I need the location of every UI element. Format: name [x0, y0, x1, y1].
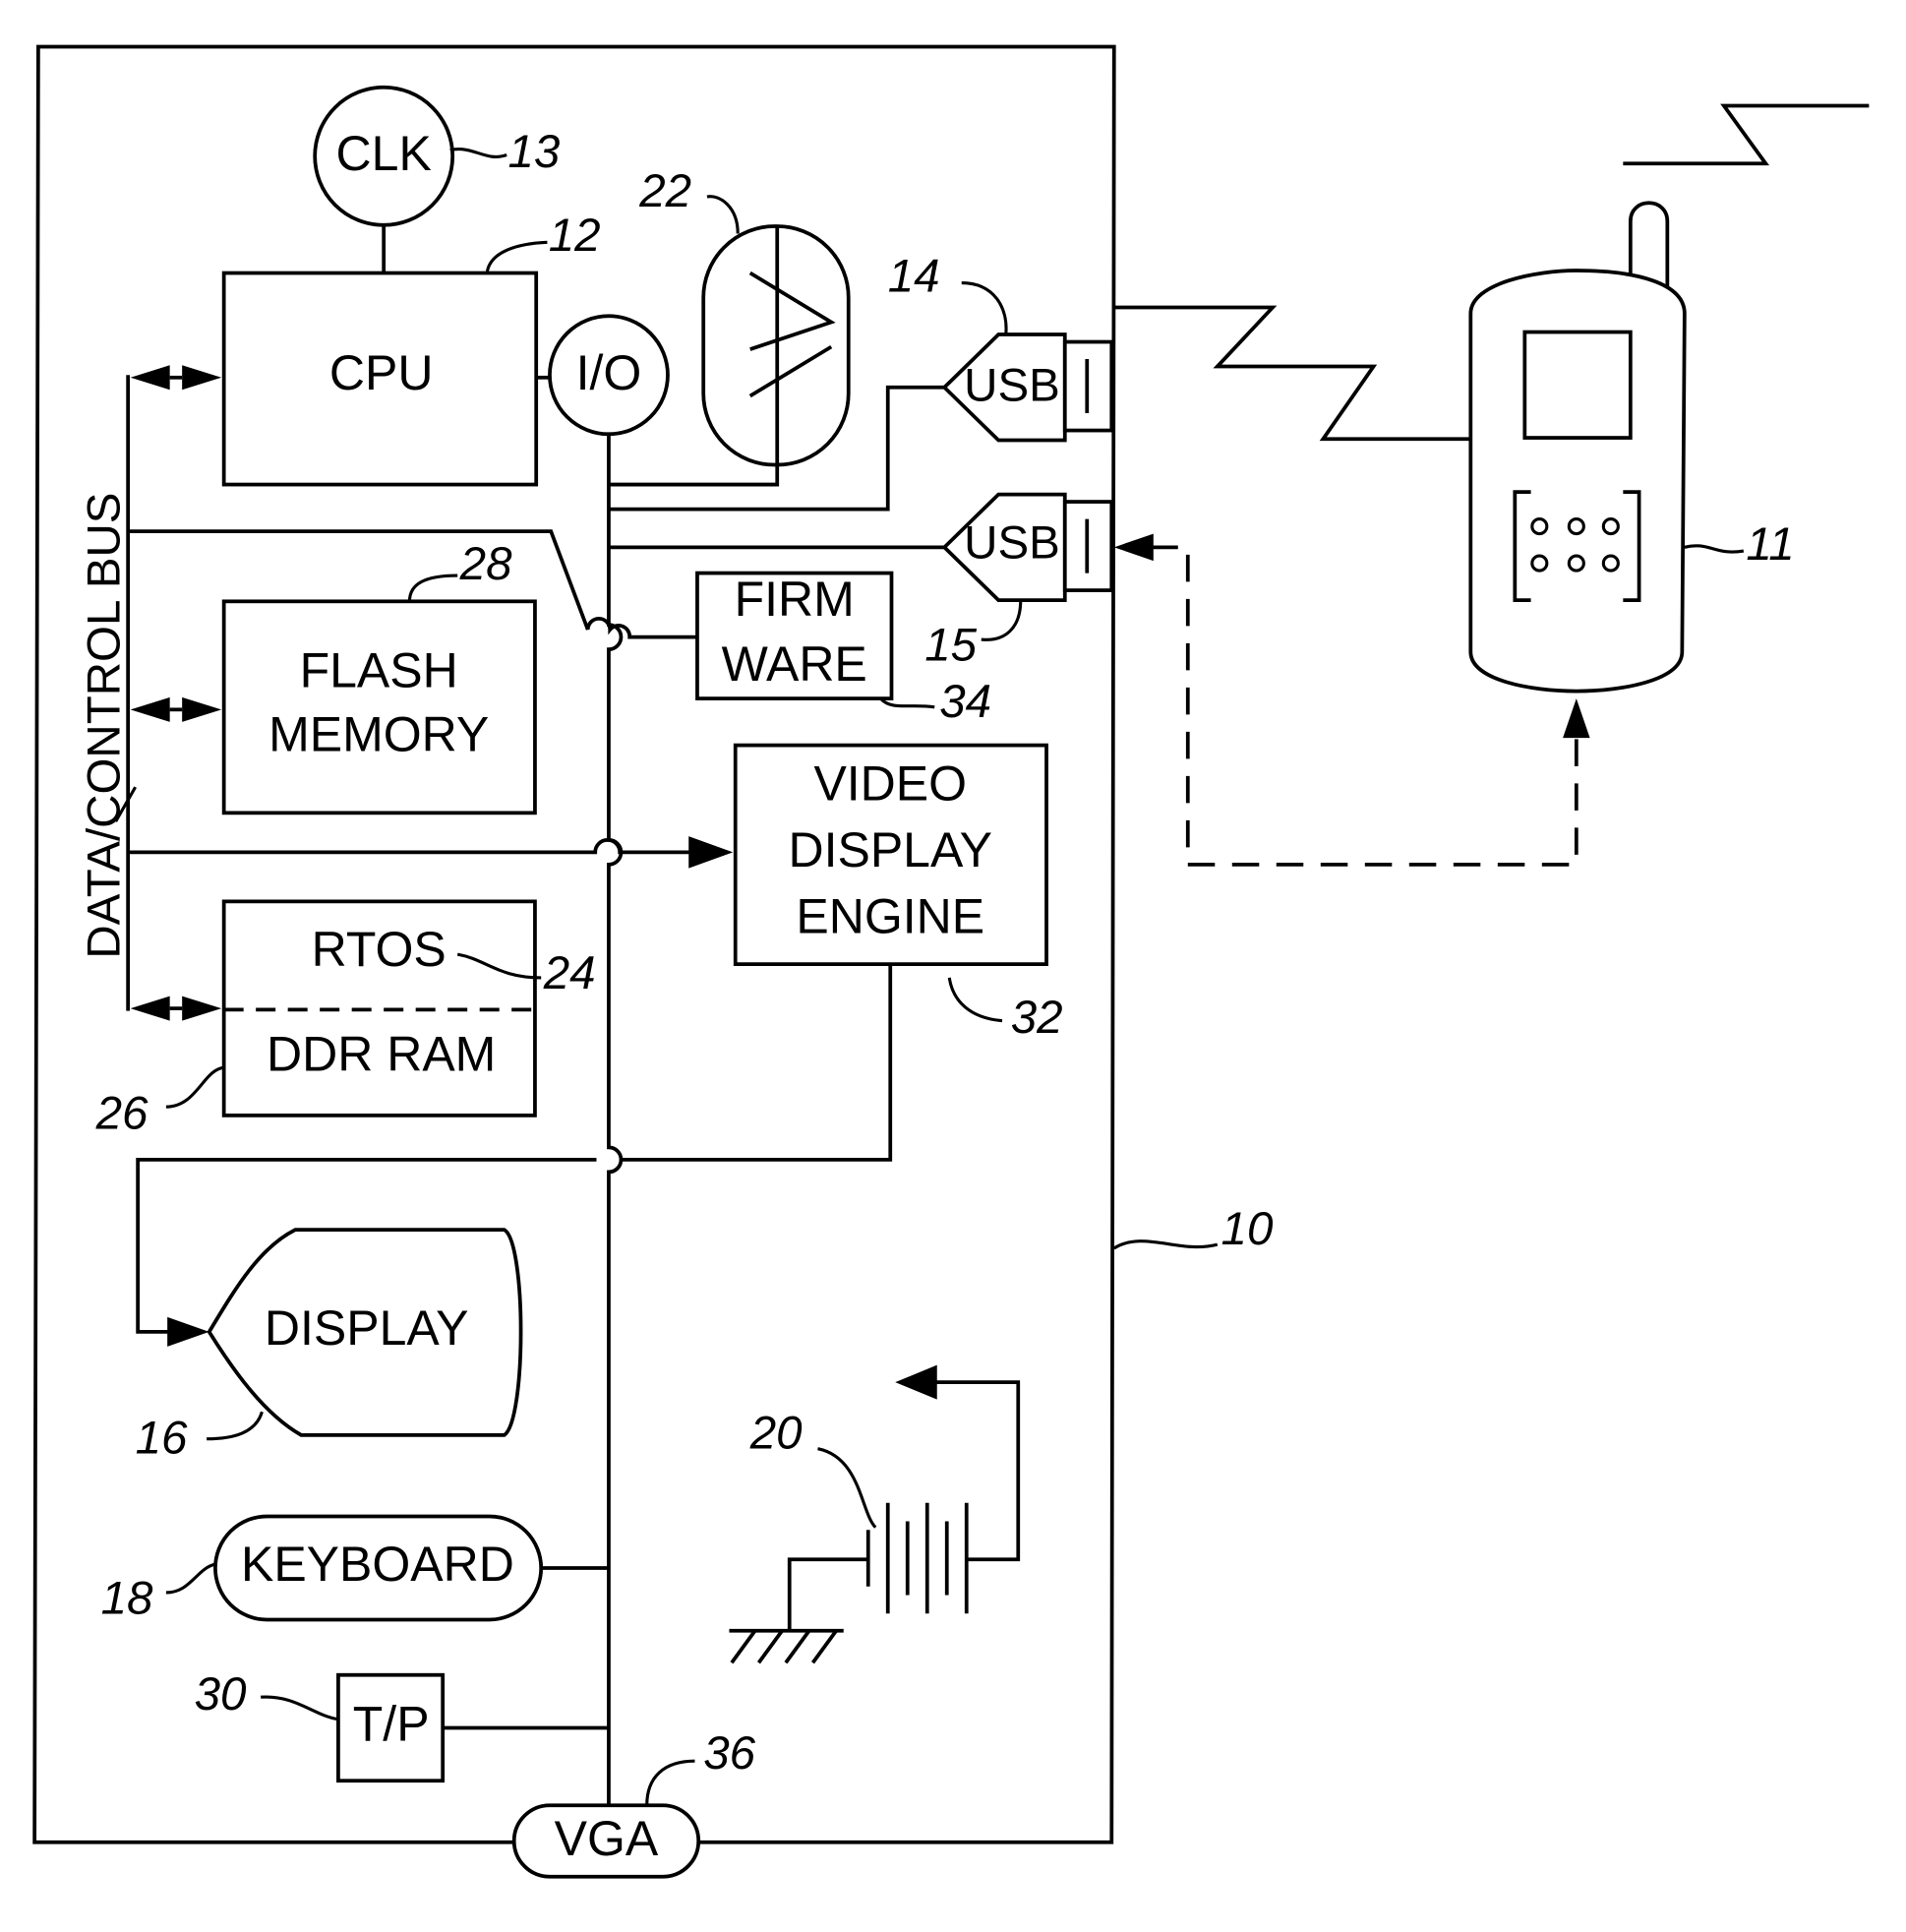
ref-13: 13 — [507, 126, 560, 178]
usb-top-label: USB — [964, 360, 1060, 412]
display-label: DISPLAY — [265, 1300, 469, 1356]
battery: 20 — [729, 1364, 1021, 1664]
cpu-block: CPU 12 — [221, 210, 601, 487]
vga-label: VGA — [555, 1811, 659, 1866]
mobile-phone: 11 — [1468, 201, 1795, 694]
clk-label: CLK — [336, 126, 432, 181]
ref-12: 12 — [549, 210, 601, 262]
keyboard-label: KEYBOARD — [241, 1537, 514, 1592]
bus-arrow-ram — [130, 996, 222, 1021]
bus-label: DATA/CONTROL BUS — [78, 493, 130, 959]
ref-18: 18 — [101, 1572, 153, 1624]
block-diagram: 10 DATA/CONTROL BUS CLK 13 CPU 12 I/O 22… — [32, 44, 1870, 1879]
rtos-ddr-ram-block: RTOS DDR RAM 24 26 — [95, 899, 596, 1140]
ref-11: 11 — [1746, 518, 1794, 571]
vga-port: VGA 36 — [511, 1727, 756, 1879]
io-bus-line — [607, 434, 624, 1808]
ref-28: 28 — [459, 538, 512, 590]
video-label-2: DISPLAY — [788, 822, 992, 877]
flash-memory-block: FLASH MEMORY 28 — [221, 538, 537, 815]
ref-26: 26 — [95, 1088, 149, 1140]
firmware-label-1: FIRM — [735, 572, 855, 627]
usb-bottom-label: USB — [964, 517, 1060, 570]
ref-15: 15 — [924, 619, 977, 671]
flash-label-1: FLASH — [300, 642, 458, 697]
display-block: DISPLAY 16 — [136, 1228, 523, 1465]
ref-32: 32 — [1011, 992, 1063, 1044]
ref-24: 24 — [543, 947, 596, 999]
io-block: I/O — [548, 314, 670, 437]
ref-10: 10 — [1221, 1203, 1274, 1255]
ref-36: 36 — [703, 1727, 755, 1780]
ref-14: 14 — [888, 250, 940, 302]
bus-arrow-flash — [130, 696, 222, 722]
ref-30: 30 — [195, 1668, 247, 1721]
antenna-module: 22 — [608, 165, 851, 487]
usb-port-top: USB 14 — [608, 250, 1114, 512]
rtos-label: RTOS — [312, 922, 447, 977]
ref-16: 16 — [136, 1413, 188, 1465]
video-label-3: ENGINE — [796, 888, 984, 943]
io-label: I/O — [576, 345, 642, 400]
bus-arrow-cpu — [130, 365, 222, 391]
ref-22: 22 — [638, 165, 691, 217]
video-label-1: VIDEO — [813, 755, 967, 811]
touchpad-block: T/P 30 — [195, 1668, 609, 1783]
ref-20: 20 — [749, 1408, 803, 1460]
ddr-label: DDR RAM — [267, 1026, 496, 1081]
keyboard-block: KEYBOARD 18 — [101, 1514, 609, 1624]
ref-34: 34 — [939, 676, 991, 728]
flash-label-2: MEMORY — [268, 706, 489, 761]
cpu-label: CPU — [329, 345, 434, 400]
firmware-label-2: WARE — [722, 636, 867, 692]
tp-label: T/P — [353, 1697, 430, 1752]
